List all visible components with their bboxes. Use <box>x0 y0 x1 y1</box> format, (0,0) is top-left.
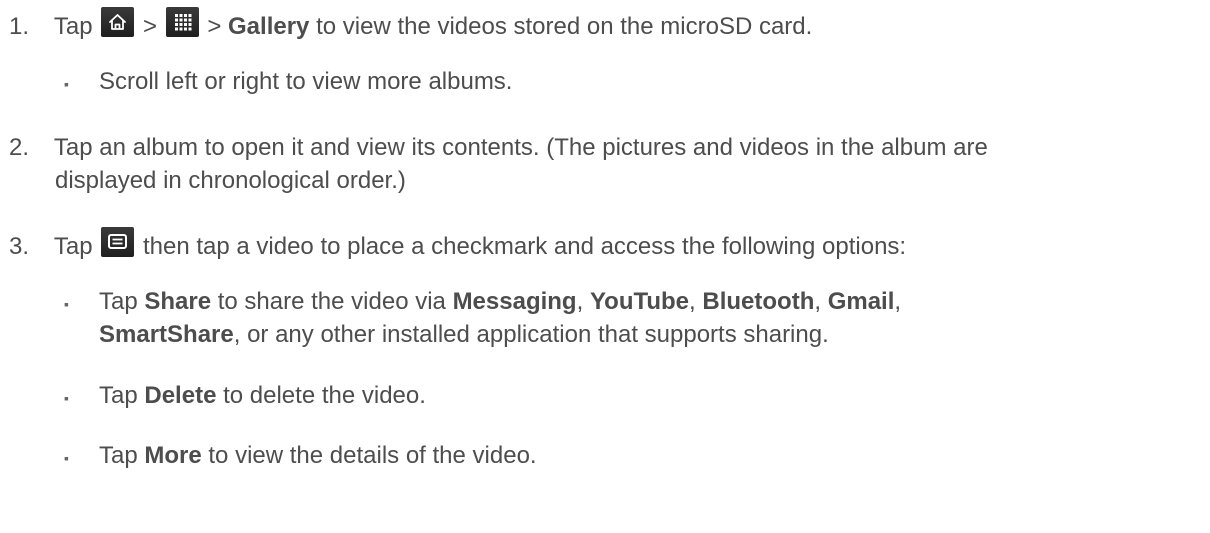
bullet-marker: ▪ <box>64 296 69 312</box>
share-label: Share <box>144 288 212 315</box>
step-3-rest: then tap a video to place a checkmark an… <box>142 233 907 260</box>
app-messaging: Messaging <box>452 288 577 315</box>
step-1-number: 1. <box>9 13 30 40</box>
step-1-tap: Tap <box>53 13 93 40</box>
step-1: 1. Tap > > Gallery to view the videos st… <box>9 7 812 42</box>
option-delete: Tap Delete to delete the video. <box>99 381 426 411</box>
option-delete-tap: Tap <box>99 382 138 409</box>
gallery-label: Gallery <box>228 13 310 40</box>
bullet-marker: ▪ <box>64 76 69 92</box>
option-more-desc: to view the details of the video. <box>208 442 537 469</box>
app-smartshare: SmartShare <box>99 321 234 348</box>
option-share-rest: , or any other installed application tha… <box>233 321 829 348</box>
separator: > <box>207 13 222 40</box>
app-youtube: YouTube <box>589 288 690 315</box>
step-2-line1: Tap an album to open it and view its con… <box>53 134 988 161</box>
step-3-number: 3. <box>9 233 30 260</box>
menu-icon <box>101 227 135 257</box>
app-gmail: Gmail <box>827 288 895 315</box>
option-share-line2: SmartShare, or any other installed appli… <box>99 320 829 350</box>
bullet-marker: ▪ <box>64 450 69 466</box>
separator: > <box>142 13 157 40</box>
option-share-tap: Tap <box>99 288 138 315</box>
step-1-rest: to view the videos stored on the microSD… <box>316 13 813 40</box>
step-3-tap: Tap <box>53 233 93 260</box>
bullet-marker: ▪ <box>64 390 69 406</box>
more-label: More <box>144 442 202 469</box>
option-share-desc: to share the video via <box>217 288 446 315</box>
option-more-tap: Tap <box>99 442 138 469</box>
step-2-number: 2. <box>9 134 30 161</box>
delete-label: Delete <box>144 382 217 409</box>
apps-grid-icon <box>165 7 199 37</box>
step-2: 2. Tap an album to open it and view its … <box>9 133 988 163</box>
option-delete-desc: to delete the video. <box>223 382 426 409</box>
home-icon <box>101 7 135 37</box>
app-bluetooth: Bluetooth <box>702 288 815 315</box>
step-2-line2: displayed in chronological order.) <box>55 167 406 194</box>
option-share: Tap Share to share the video via Messagi… <box>99 288 902 315</box>
option-more: Tap More to view the details of the vide… <box>99 441 537 471</box>
step-3: 3. Tap then tap a video to place a check… <box>9 227 906 262</box>
step-1-note: Scroll left or right to view more albums… <box>99 68 513 95</box>
